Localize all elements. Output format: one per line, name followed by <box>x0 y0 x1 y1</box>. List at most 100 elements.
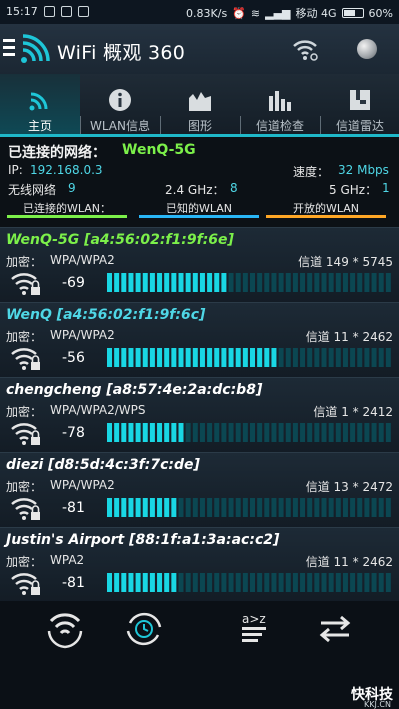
meter-segment-off <box>364 348 370 367</box>
meter-segment-on <box>257 348 263 367</box>
meter-segment-off <box>371 423 377 442</box>
meter-segment-off <box>292 498 298 517</box>
meter-segment-off <box>328 498 334 517</box>
meter-segment-on <box>221 348 227 367</box>
network-card[interactable]: WenQ-5G [a4:56:02:f1:9f:6e] 加密： WPA/WPA2 信道… <box>0 227 399 303</box>
tab-channel-check[interactable]: 信道检查 <box>240 74 320 137</box>
meter-segment-off <box>207 498 213 517</box>
wifi-refresh-icon[interactable] <box>45 609 85 649</box>
meter-segment-off <box>378 273 384 292</box>
meter-segment-on <box>185 273 191 292</box>
meter-segment-on <box>114 423 120 442</box>
network-card[interactable]: diezi [d8:5d:4c:3f:7c:de] 加密： WPA/WPA2 信道 1… <box>0 452 399 528</box>
meter-segment-off <box>307 273 313 292</box>
meter-segment-off <box>185 573 191 592</box>
encryption-label: 加密： <box>6 555 43 569</box>
speed-value: 32 Mbps <box>338 163 389 177</box>
network-card[interactable]: Justin's Airport [88:1f:a1:3a:ac:c2] 加密： W… <box>0 527 399 603</box>
meter-segment-off <box>271 423 277 442</box>
meter-segment-off <box>314 423 320 442</box>
meter-segment-off <box>178 498 184 517</box>
meter-segment-on <box>114 573 120 592</box>
meter-segment-on <box>157 498 163 517</box>
meter-segment-off <box>250 273 255 292</box>
meter-segment-on <box>149 273 155 292</box>
channel-info: 信道 11 * 2462 <box>305 330 393 344</box>
tab-graph[interactable]: 图形 <box>160 74 240 137</box>
meter-segment-off <box>357 348 363 367</box>
meter-segment-off <box>185 498 191 517</box>
meter-segment-off <box>285 498 291 517</box>
meter-segment-off <box>300 273 306 292</box>
meter-segment-off <box>207 423 213 442</box>
meter-segment-off <box>364 573 370 592</box>
timer-refresh-icon[interactable] <box>124 609 164 649</box>
wifi-lock-icon <box>11 348 40 370</box>
channel-info: 信道 149 * 5745 <box>298 255 393 269</box>
meter-segment-on <box>178 273 184 292</box>
sort-az-icon[interactable]: a>z <box>238 609 278 649</box>
network-card[interactable]: chengcheng [a8:57:4e:2a:dc:b8] 加密： WPA/WPA… <box>0 377 399 453</box>
connected-label: 已连接的网络： <box>8 145 106 161</box>
meter-segment-off <box>314 273 320 292</box>
meter-segment-off <box>350 273 356 292</box>
signal-icon: ▂▄▆ <box>265 6 291 20</box>
tab-channel-radar[interactable]: 信道雷达 <box>320 74 399 137</box>
encryption-value: WPA/WPA2/WPS <box>50 403 146 417</box>
meter-segment-off <box>278 423 284 442</box>
meter-segment-off <box>350 498 356 517</box>
network-card[interactable]: WenQ [a4:56:02:f1:9f:6c] 加密： WPA/WPA2 信道 11… <box>0 302 399 378</box>
wifi-scan-icon[interactable] <box>290 36 320 62</box>
meter-segment-off <box>371 498 377 517</box>
meter-segment-off <box>314 498 320 517</box>
bars-icon <box>269 91 291 111</box>
meter-segment-off <box>335 573 341 592</box>
meter-segment-off <box>328 348 334 367</box>
meter-segment-on <box>207 273 213 292</box>
tab-home[interactable]: 主页 <box>0 74 80 137</box>
meter-segment-off <box>192 573 198 592</box>
meter-segment-on <box>121 573 127 592</box>
meter-segment-off <box>300 423 306 442</box>
meter-segment-off <box>221 423 227 442</box>
networks-label: 无线网络 <box>8 183 57 197</box>
encryption-value: WPA2 <box>50 553 85 567</box>
meter-segment-on <box>128 498 134 517</box>
meter-segment-on <box>107 498 112 517</box>
meter-segment-on <box>128 273 134 292</box>
meter-segment-off <box>328 423 334 442</box>
meter-segment-off <box>221 573 227 592</box>
meter-segment-off <box>221 498 227 517</box>
meter-segment-off <box>371 348 377 367</box>
meter-segment-off <box>250 498 255 517</box>
app-logo-icon <box>21 34 50 63</box>
menu-icon[interactable] <box>3 39 15 57</box>
meter-segment-on <box>164 573 170 592</box>
notification-icon <box>43 6 55 17</box>
meter-segment-off <box>357 273 363 292</box>
meter-segment-on <box>142 273 148 292</box>
meter-segment-off <box>342 273 348 292</box>
meter-segment-on <box>135 273 141 292</box>
encryption-value: WPA/WPA2 <box>50 253 115 267</box>
meter-segment-off <box>285 423 291 442</box>
channel-info: 信道 11 * 2462 <box>305 555 393 569</box>
meter-segment-on <box>142 348 148 367</box>
meter-segment-on <box>242 348 248 367</box>
meter-segment-on <box>214 348 220 367</box>
meter-segment-off <box>357 423 363 442</box>
meter-segment-on <box>121 498 127 517</box>
meter-segment-off <box>228 573 234 592</box>
meter-segment-off <box>250 573 255 592</box>
meter-segment-on <box>135 573 141 592</box>
meter-segment-on <box>214 273 220 292</box>
swap-arrows-icon[interactable] <box>315 609 355 649</box>
globe-icon[interactable] <box>357 39 377 59</box>
meter-segment-off <box>278 273 284 292</box>
graph-icon <box>189 92 211 111</box>
network-ssid: Justin's Airport [88:1f:a1:3a:ac:c2] <box>6 532 280 548</box>
tab-wlan-info[interactable]: WLAN信息 <box>80 74 160 137</box>
signal-meter <box>107 498 391 517</box>
wifi-lock-icon <box>11 273 40 295</box>
meter-segment-off <box>278 573 284 592</box>
